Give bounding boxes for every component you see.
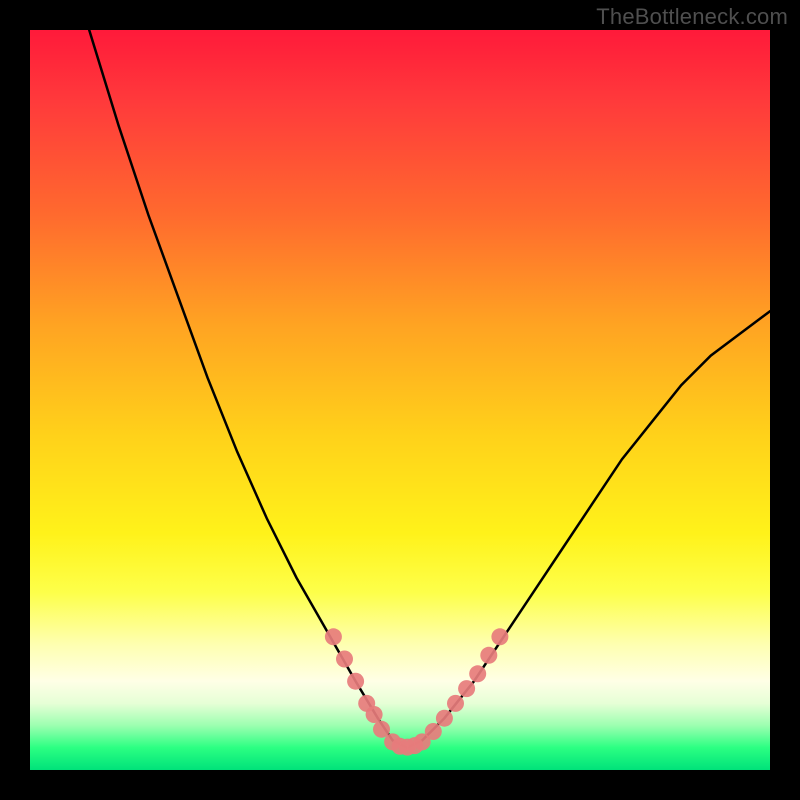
data-markers (325, 628, 509, 755)
watermark-text: TheBottleneck.com (596, 4, 788, 30)
data-marker (469, 665, 486, 682)
bottleneck-curve (89, 30, 770, 748)
chart-frame: TheBottleneck.com (0, 0, 800, 800)
data-marker (336, 651, 353, 668)
plot-area (30, 30, 770, 770)
data-marker (458, 680, 475, 697)
chart-svg (30, 30, 770, 770)
data-marker (366, 706, 383, 723)
data-marker (480, 647, 497, 664)
data-marker (325, 628, 342, 645)
data-marker (347, 673, 364, 690)
data-marker (425, 723, 442, 740)
data-marker (447, 695, 464, 712)
data-marker (491, 628, 508, 645)
data-marker (436, 710, 453, 727)
